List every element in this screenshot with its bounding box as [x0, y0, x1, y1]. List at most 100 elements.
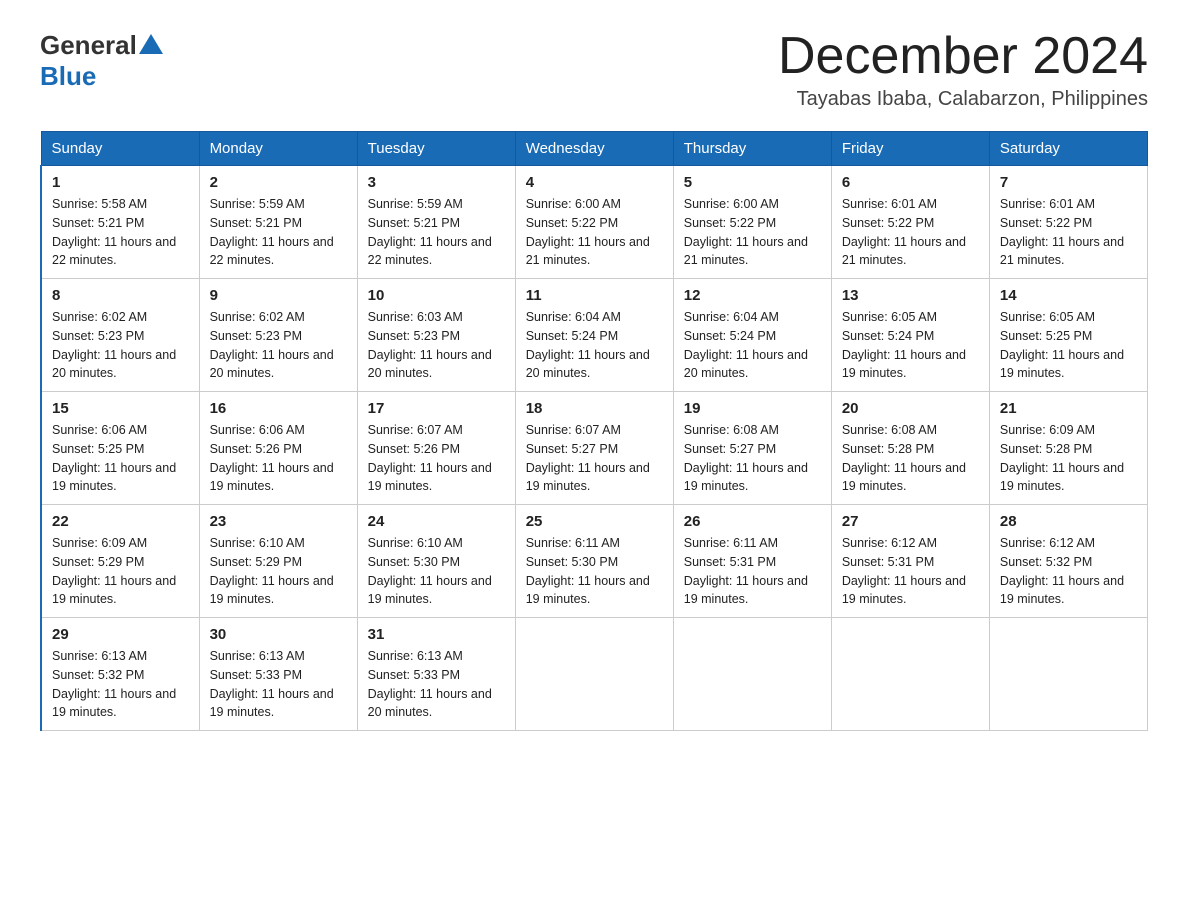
day-info: Sunrise: 6:11 AMSunset: 5:31 PMDaylight:… — [684, 534, 821, 609]
logo: General Blue — [40, 30, 165, 92]
logo-blue-text: Blue — [40, 61, 96, 91]
day-number: 5 — [684, 174, 821, 191]
day-info: Sunrise: 6:06 AMSunset: 5:26 PMDaylight:… — [210, 421, 347, 496]
calendar-cell: 28 Sunrise: 6:12 AMSunset: 5:32 PMDaylig… — [989, 505, 1147, 618]
calendar-cell: 6 Sunrise: 6:01 AMSunset: 5:22 PMDayligh… — [831, 166, 989, 279]
calendar-cell: 13 Sunrise: 6:05 AMSunset: 5:24 PMDaylig… — [831, 279, 989, 392]
calendar-cell: 16 Sunrise: 6:06 AMSunset: 5:26 PMDaylig… — [199, 392, 357, 505]
day-info: Sunrise: 6:06 AMSunset: 5:25 PMDaylight:… — [52, 421, 189, 496]
logo-triangle-icon — [139, 34, 163, 54]
calendar-cell: 1 Sunrise: 5:58 AMSunset: 5:21 PMDayligh… — [41, 166, 199, 279]
calendar-cell: 8 Sunrise: 6:02 AMSunset: 5:23 PMDayligh… — [41, 279, 199, 392]
header-sunday: Sunday — [41, 132, 199, 166]
calendar-cell: 19 Sunrise: 6:08 AMSunset: 5:27 PMDaylig… — [673, 392, 831, 505]
day-info: Sunrise: 5:59 AMSunset: 5:21 PMDaylight:… — [210, 195, 347, 270]
day-info: Sunrise: 6:11 AMSunset: 5:30 PMDaylight:… — [526, 534, 663, 609]
day-number: 29 — [52, 626, 189, 643]
day-number: 8 — [52, 287, 189, 304]
day-number: 23 — [210, 513, 347, 530]
header-tuesday: Tuesday — [357, 132, 515, 166]
day-number: 26 — [684, 513, 821, 530]
month-title: December 2024 — [778, 30, 1148, 82]
day-number: 21 — [1000, 400, 1137, 417]
day-number: 30 — [210, 626, 347, 643]
day-number: 11 — [526, 287, 663, 304]
calendar-cell: 24 Sunrise: 6:10 AMSunset: 5:30 PMDaylig… — [357, 505, 515, 618]
calendar-cell — [831, 618, 989, 731]
calendar-cell: 20 Sunrise: 6:08 AMSunset: 5:28 PMDaylig… — [831, 392, 989, 505]
day-info: Sunrise: 6:01 AMSunset: 5:22 PMDaylight:… — [842, 195, 979, 270]
calendar-cell: 18 Sunrise: 6:07 AMSunset: 5:27 PMDaylig… — [515, 392, 673, 505]
calendar-cell: 29 Sunrise: 6:13 AMSunset: 5:32 PMDaylig… — [41, 618, 199, 731]
calendar-cell: 30 Sunrise: 6:13 AMSunset: 5:33 PMDaylig… — [199, 618, 357, 731]
day-info: Sunrise: 6:05 AMSunset: 5:24 PMDaylight:… — [842, 308, 979, 383]
calendar-cell: 22 Sunrise: 6:09 AMSunset: 5:29 PMDaylig… — [41, 505, 199, 618]
day-number: 14 — [1000, 287, 1137, 304]
day-info: Sunrise: 6:13 AMSunset: 5:32 PMDaylight:… — [52, 647, 189, 722]
calendar-cell: 27 Sunrise: 6:12 AMSunset: 5:31 PMDaylig… — [831, 505, 989, 618]
day-info: Sunrise: 6:07 AMSunset: 5:27 PMDaylight:… — [526, 421, 663, 496]
day-info: Sunrise: 6:04 AMSunset: 5:24 PMDaylight:… — [526, 308, 663, 383]
calendar-cell: 25 Sunrise: 6:11 AMSunset: 5:30 PMDaylig… — [515, 505, 673, 618]
calendar-cell: 21 Sunrise: 6:09 AMSunset: 5:28 PMDaylig… — [989, 392, 1147, 505]
day-number: 16 — [210, 400, 347, 417]
day-info: Sunrise: 5:58 AMSunset: 5:21 PMDaylight:… — [52, 195, 189, 270]
calendar-week-row: 1 Sunrise: 5:58 AMSunset: 5:21 PMDayligh… — [41, 166, 1148, 279]
day-number: 25 — [526, 513, 663, 530]
day-info: Sunrise: 6:10 AMSunset: 5:30 PMDaylight:… — [368, 534, 505, 609]
calendar-cell: 11 Sunrise: 6:04 AMSunset: 5:24 PMDaylig… — [515, 279, 673, 392]
day-info: Sunrise: 6:01 AMSunset: 5:22 PMDaylight:… — [1000, 195, 1137, 270]
day-number: 18 — [526, 400, 663, 417]
day-info: Sunrise: 5:59 AMSunset: 5:21 PMDaylight:… — [368, 195, 505, 270]
day-info: Sunrise: 6:09 AMSunset: 5:28 PMDaylight:… — [1000, 421, 1137, 496]
calendar-cell: 15 Sunrise: 6:06 AMSunset: 5:25 PMDaylig… — [41, 392, 199, 505]
calendar-cell: 12 Sunrise: 6:04 AMSunset: 5:24 PMDaylig… — [673, 279, 831, 392]
day-number: 1 — [52, 174, 189, 191]
calendar-cell: 5 Sunrise: 6:00 AMSunset: 5:22 PMDayligh… — [673, 166, 831, 279]
day-info: Sunrise: 6:13 AMSunset: 5:33 PMDaylight:… — [368, 647, 505, 722]
day-info: Sunrise: 6:02 AMSunset: 5:23 PMDaylight:… — [52, 308, 189, 383]
day-number: 10 — [368, 287, 505, 304]
calendar-week-row: 29 Sunrise: 6:13 AMSunset: 5:32 PMDaylig… — [41, 618, 1148, 731]
day-info: Sunrise: 6:08 AMSunset: 5:27 PMDaylight:… — [684, 421, 821, 496]
day-info: Sunrise: 6:09 AMSunset: 5:29 PMDaylight:… — [52, 534, 189, 609]
calendar-cell: 3 Sunrise: 5:59 AMSunset: 5:21 PMDayligh… — [357, 166, 515, 279]
calendar-cell: 14 Sunrise: 6:05 AMSunset: 5:25 PMDaylig… — [989, 279, 1147, 392]
day-number: 3 — [368, 174, 505, 191]
calendar-cell: 2 Sunrise: 5:59 AMSunset: 5:21 PMDayligh… — [199, 166, 357, 279]
day-number: 24 — [368, 513, 505, 530]
day-number: 17 — [368, 400, 505, 417]
header-wednesday: Wednesday — [515, 132, 673, 166]
day-number: 6 — [842, 174, 979, 191]
header-thursday: Thursday — [673, 132, 831, 166]
calendar-week-row: 15 Sunrise: 6:06 AMSunset: 5:25 PMDaylig… — [41, 392, 1148, 505]
calendar-cell — [989, 618, 1147, 731]
logo-general-text: General — [40, 30, 137, 61]
page-header: General Blue December 2024 Tayabas Ibaba… — [40, 30, 1148, 111]
calendar-cell: 10 Sunrise: 6:03 AMSunset: 5:23 PMDaylig… — [357, 279, 515, 392]
day-info: Sunrise: 6:04 AMSunset: 5:24 PMDaylight:… — [684, 308, 821, 383]
calendar-header-row: SundayMondayTuesdayWednesdayThursdayFrid… — [41, 132, 1148, 166]
day-number: 4 — [526, 174, 663, 191]
day-number: 2 — [210, 174, 347, 191]
calendar-cell: 26 Sunrise: 6:11 AMSunset: 5:31 PMDaylig… — [673, 505, 831, 618]
header-saturday: Saturday — [989, 132, 1147, 166]
day-number: 19 — [684, 400, 821, 417]
day-number: 27 — [842, 513, 979, 530]
day-info: Sunrise: 6:13 AMSunset: 5:33 PMDaylight:… — [210, 647, 347, 722]
day-info: Sunrise: 6:10 AMSunset: 5:29 PMDaylight:… — [210, 534, 347, 609]
calendar-cell: 7 Sunrise: 6:01 AMSunset: 5:22 PMDayligh… — [989, 166, 1147, 279]
day-info: Sunrise: 6:07 AMSunset: 5:26 PMDaylight:… — [368, 421, 505, 496]
location-title: Tayabas Ibaba, Calabarzon, Philippines — [778, 88, 1148, 111]
day-info: Sunrise: 6:05 AMSunset: 5:25 PMDaylight:… — [1000, 308, 1137, 383]
calendar-cell: 4 Sunrise: 6:00 AMSunset: 5:22 PMDayligh… — [515, 166, 673, 279]
day-number: 15 — [52, 400, 189, 417]
day-number: 12 — [684, 287, 821, 304]
calendar-table: SundayMondayTuesdayWednesdayThursdayFrid… — [40, 131, 1148, 731]
calendar-cell — [673, 618, 831, 731]
calendar-cell: 23 Sunrise: 6:10 AMSunset: 5:29 PMDaylig… — [199, 505, 357, 618]
header-monday: Monday — [199, 132, 357, 166]
day-number: 20 — [842, 400, 979, 417]
day-number: 31 — [368, 626, 505, 643]
calendar-cell: 9 Sunrise: 6:02 AMSunset: 5:23 PMDayligh… — [199, 279, 357, 392]
